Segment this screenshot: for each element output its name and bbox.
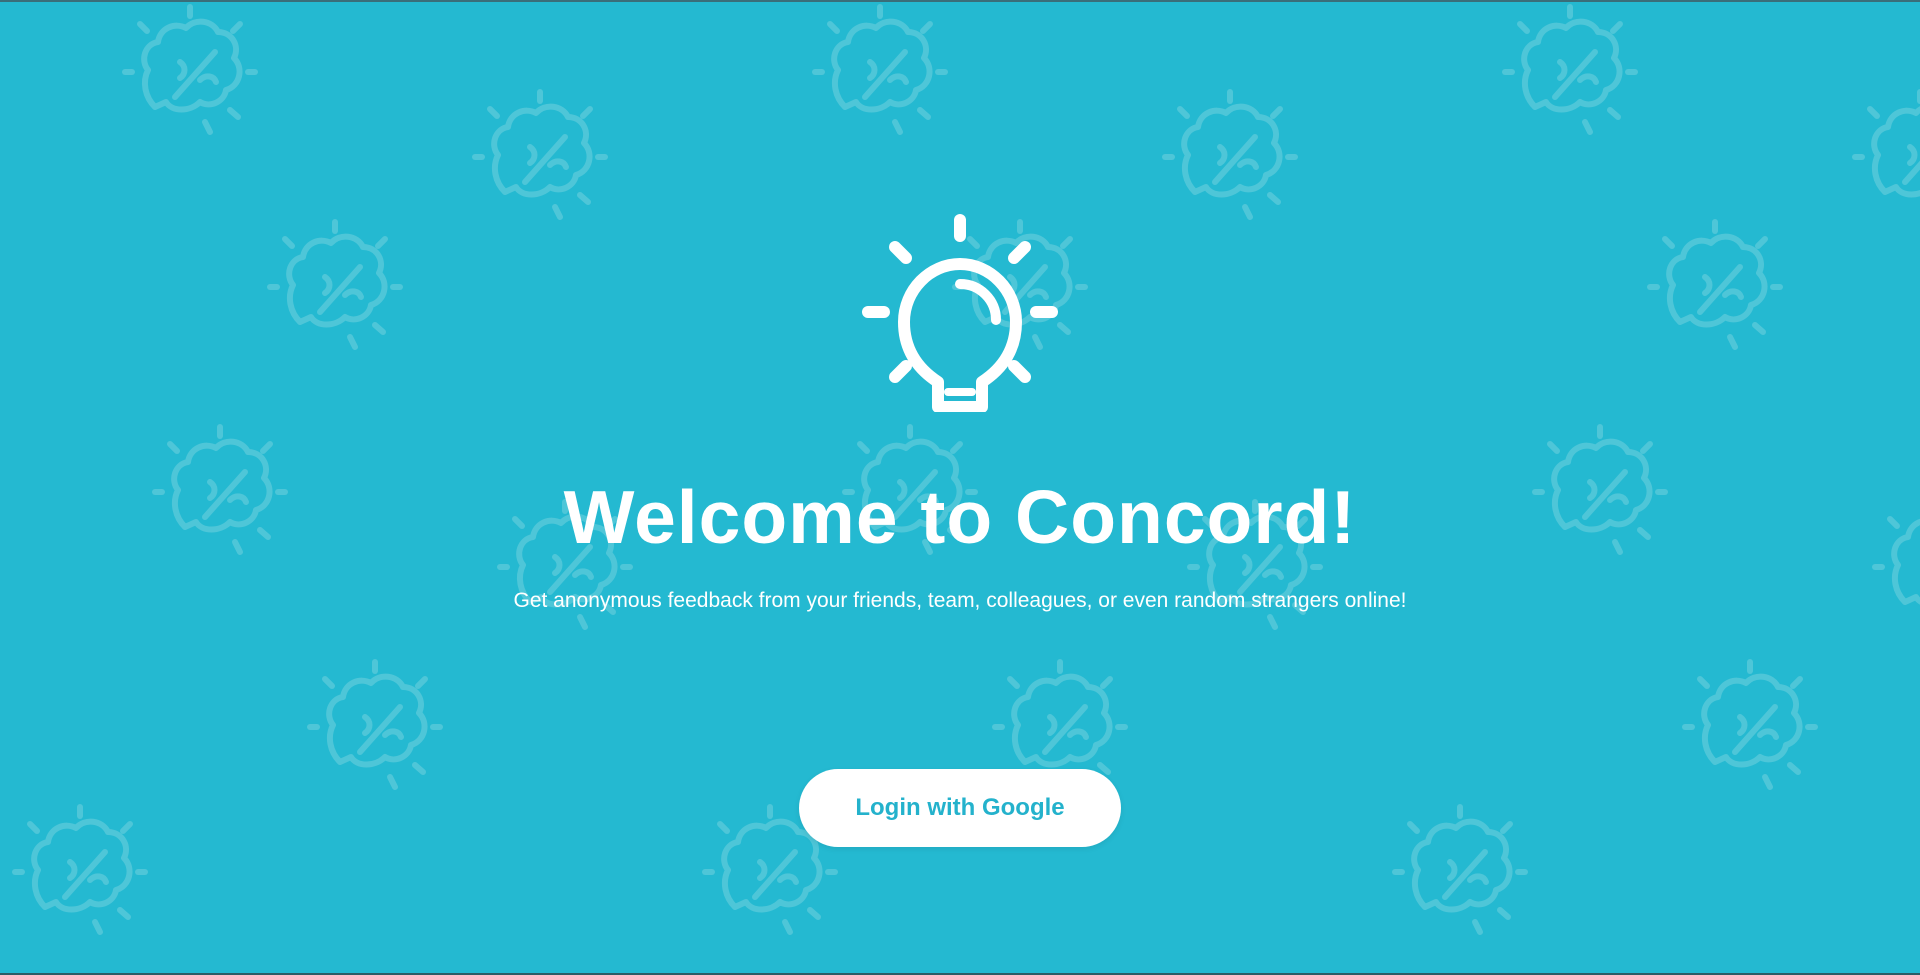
page-subtitle: Get anonymous feedback from your friends… xyxy=(513,589,1407,612)
lightbulb-icon xyxy=(862,214,1058,412)
login-with-google-button[interactable]: Login with Google xyxy=(799,769,1121,847)
page-title: Welcome to Concord! xyxy=(563,475,1357,559)
hero-section: Welcome to Concord! Get anonymous feedba… xyxy=(0,2,1920,973)
landing-page: Welcome to Concord! Get anonymous feedba… xyxy=(0,0,1920,975)
